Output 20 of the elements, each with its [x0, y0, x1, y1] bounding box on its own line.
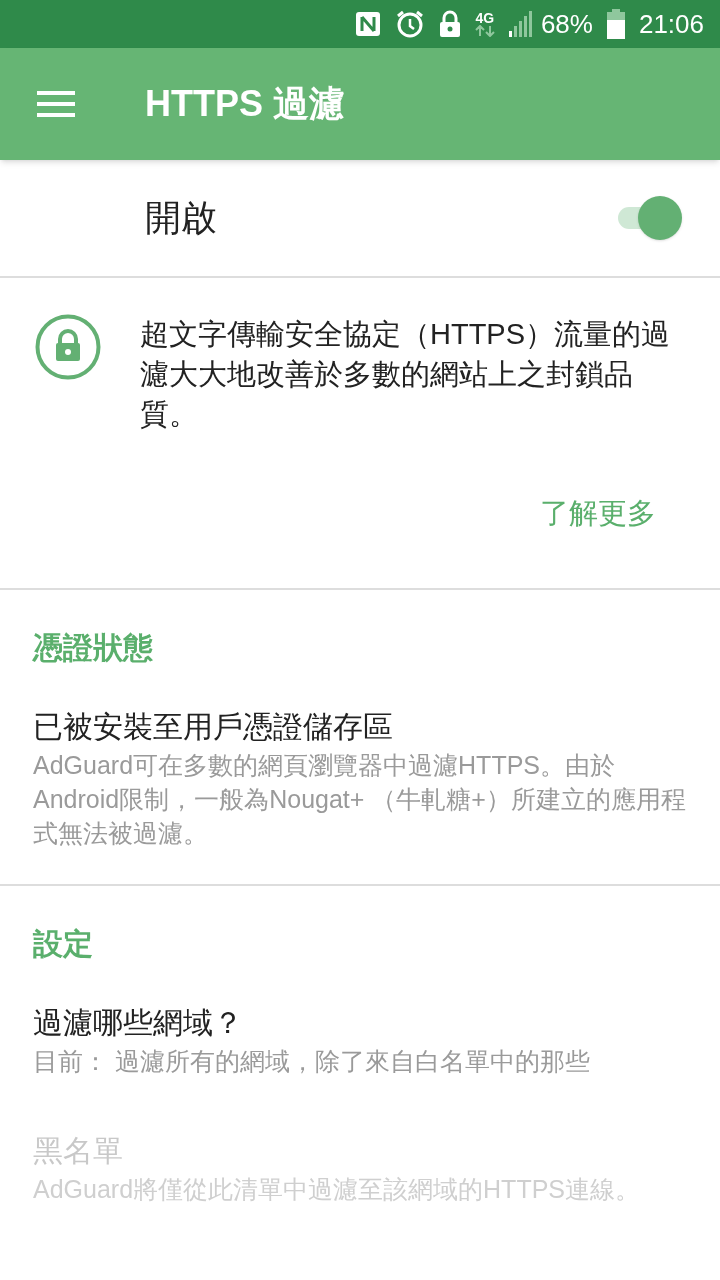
lock-icon: [438, 10, 461, 38]
screen-title: HTTPS 過濾: [145, 82, 345, 126]
section-header: 憑證狀態: [31, 630, 154, 666]
nfc-icon: [354, 11, 381, 37]
description: 超文字傳輸安全協定（HTTPS）流量的過濾大大地改善於多數的網站上之封鎖品質。: [140, 317, 672, 432]
setting-description: AdGuard可在多數的網頁瀏覽器中過濾HTTPS。由於Android限制，一般為Nougat+ （牛軋糖+）所建立的應用程式無法被過濾。: [33, 750, 687, 849]
setting-title[interactable]: 過濾哪些網域？: [33, 1002, 690, 1044]
alarm-icon: [394, 9, 425, 39]
switch-label: 開啟: [145, 196, 217, 240]
setting-description: 目前： 過濾所有的網域，除了來自白名單中的那些: [33, 1046, 591, 1077]
clock: 21:06: [638, 7, 704, 41]
section-header: 設定: [32, 926, 94, 962]
battery-percent: 68%: [540, 7, 593, 41]
lock-icon: [35, 314, 101, 380]
network-type: 4G: [475, 11, 495, 25]
battery-icon: [606, 9, 625, 39]
setting-title[interactable]: 已被安裝至用戶憑證儲存區: [33, 706, 690, 748]
data-arrows-icon: [474, 25, 495, 37]
signal-icon: [508, 11, 533, 37]
menu-icon[interactable]: [37, 91, 75, 117]
